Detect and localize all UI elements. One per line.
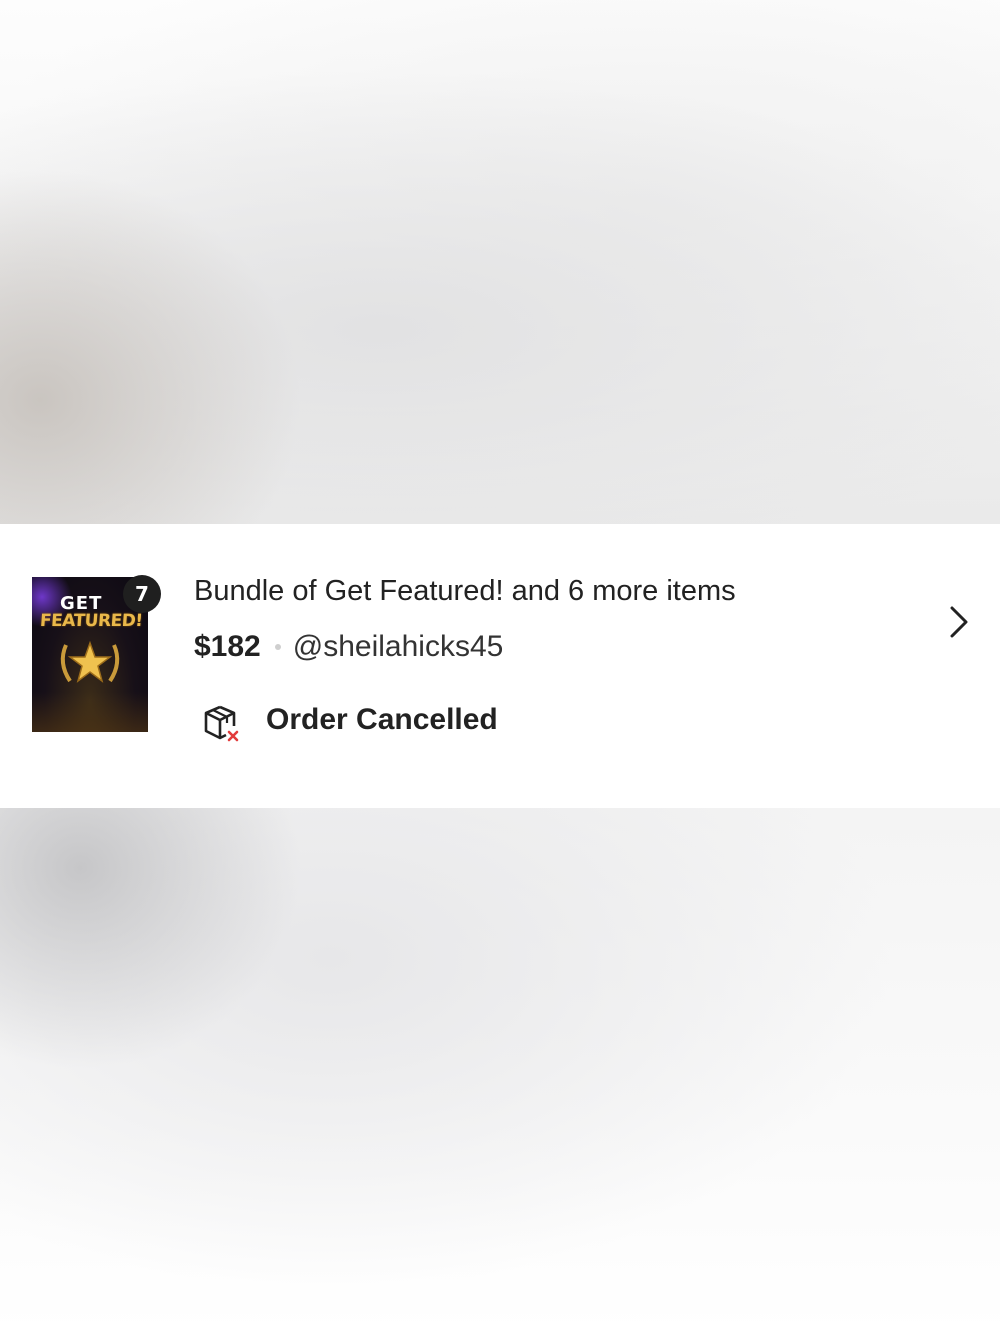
item-count-badge: 7 — [123, 575, 161, 613]
blurred-background-top — [0, 0, 1000, 524]
blurred-background-bottom — [0, 808, 1000, 1333]
order-title[interactable]: Bundle of Get Featured! and 6 more items — [194, 575, 736, 608]
chevron-right-icon[interactable] — [946, 604, 974, 640]
glow-floor-decoration — [32, 692, 148, 732]
seller-username[interactable]: @sheilahicks45 — [293, 630, 504, 664]
separator-dot — [274, 644, 281, 650]
package-cancelled-icon — [204, 705, 239, 742]
gold-star-laurel-icon — [60, 640, 120, 683]
order-status: Order Cancelled — [266, 703, 498, 736]
thumbnail-text-featured: FEATURED! — [39, 611, 144, 631]
order-price: $182 — [194, 630, 261, 663]
order-meta: $182 @sheilahicks45 — [194, 627, 503, 667]
